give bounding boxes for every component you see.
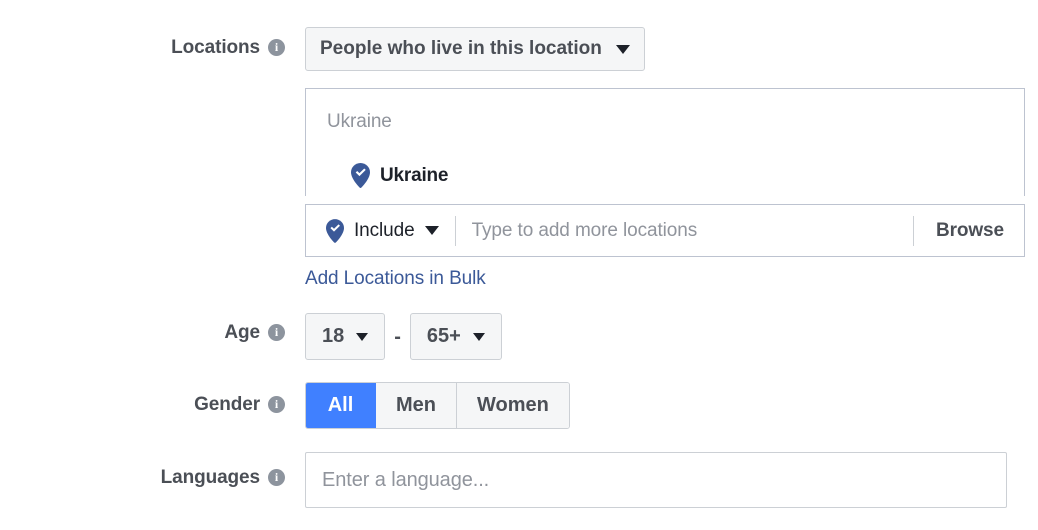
chevron-down-icon: [424, 226, 439, 235]
map-pin-check-icon: [326, 218, 344, 243]
age-max-select[interactable]: 65+: [409, 313, 502, 360]
location-input-row: Include Browse: [305, 204, 1025, 257]
list-item[interactable]: Ukraine: [351, 163, 449, 188]
locations-label-group: Locations i: [125, 38, 285, 57]
location-results-box: Ukraine Ukraine: [305, 88, 1025, 196]
languages-field: [305, 452, 1007, 508]
location-mode-select[interactable]: Include: [306, 205, 455, 256]
location-search-input[interactable]: [455, 205, 913, 256]
age-label-group: Age i: [125, 323, 285, 342]
info-icon[interactable]: i: [268, 469, 285, 486]
gender-label: Gender: [194, 394, 260, 415]
add-locations-in-bulk-link[interactable]: Add Locations in Bulk: [305, 268, 486, 290]
gender-option-all[interactable]: All: [306, 383, 376, 428]
list-item-label: Ukraine: [380, 164, 449, 186]
browse-button[interactable]: Browse: [914, 220, 1024, 242]
age-range-separator: -: [394, 325, 401, 348]
info-icon[interactable]: i: [268, 324, 285, 341]
location-type-select[interactable]: People who live in this location: [305, 27, 645, 71]
location-type-value: People who live in this location: [320, 38, 602, 59]
chevron-down-icon: [615, 44, 630, 54]
age-min-select[interactable]: 18: [305, 313, 386, 360]
location-group-header: Ukraine: [327, 111, 392, 132]
info-icon[interactable]: i: [268, 39, 285, 56]
chevron-down-icon: [356, 332, 369, 341]
age-max-value: 65+: [426, 325, 461, 347]
age-min-value: 18: [322, 325, 345, 347]
age-range-row: 18 - 65+: [305, 313, 502, 360]
map-pin-check-icon: [351, 163, 370, 188]
languages-label-group: Languages i: [125, 468, 285, 487]
gender-option-women[interactable]: Women: [457, 383, 569, 428]
gender-segmented-control: All Men Women: [305, 382, 570, 429]
age-label: Age: [224, 322, 260, 343]
audience-targeting-form: Locations i People who live in this loca…: [0, 0, 1038, 530]
languages-input[interactable]: [306, 453, 1006, 507]
languages-label: Languages: [160, 467, 261, 488]
gender-label-group: Gender i: [125, 395, 285, 414]
location-mode-label: Include: [354, 219, 415, 241]
chevron-down-icon: [472, 332, 485, 341]
info-icon[interactable]: i: [268, 396, 285, 413]
gender-option-men[interactable]: Men: [376, 383, 457, 428]
locations-label: Locations: [171, 37, 260, 58]
